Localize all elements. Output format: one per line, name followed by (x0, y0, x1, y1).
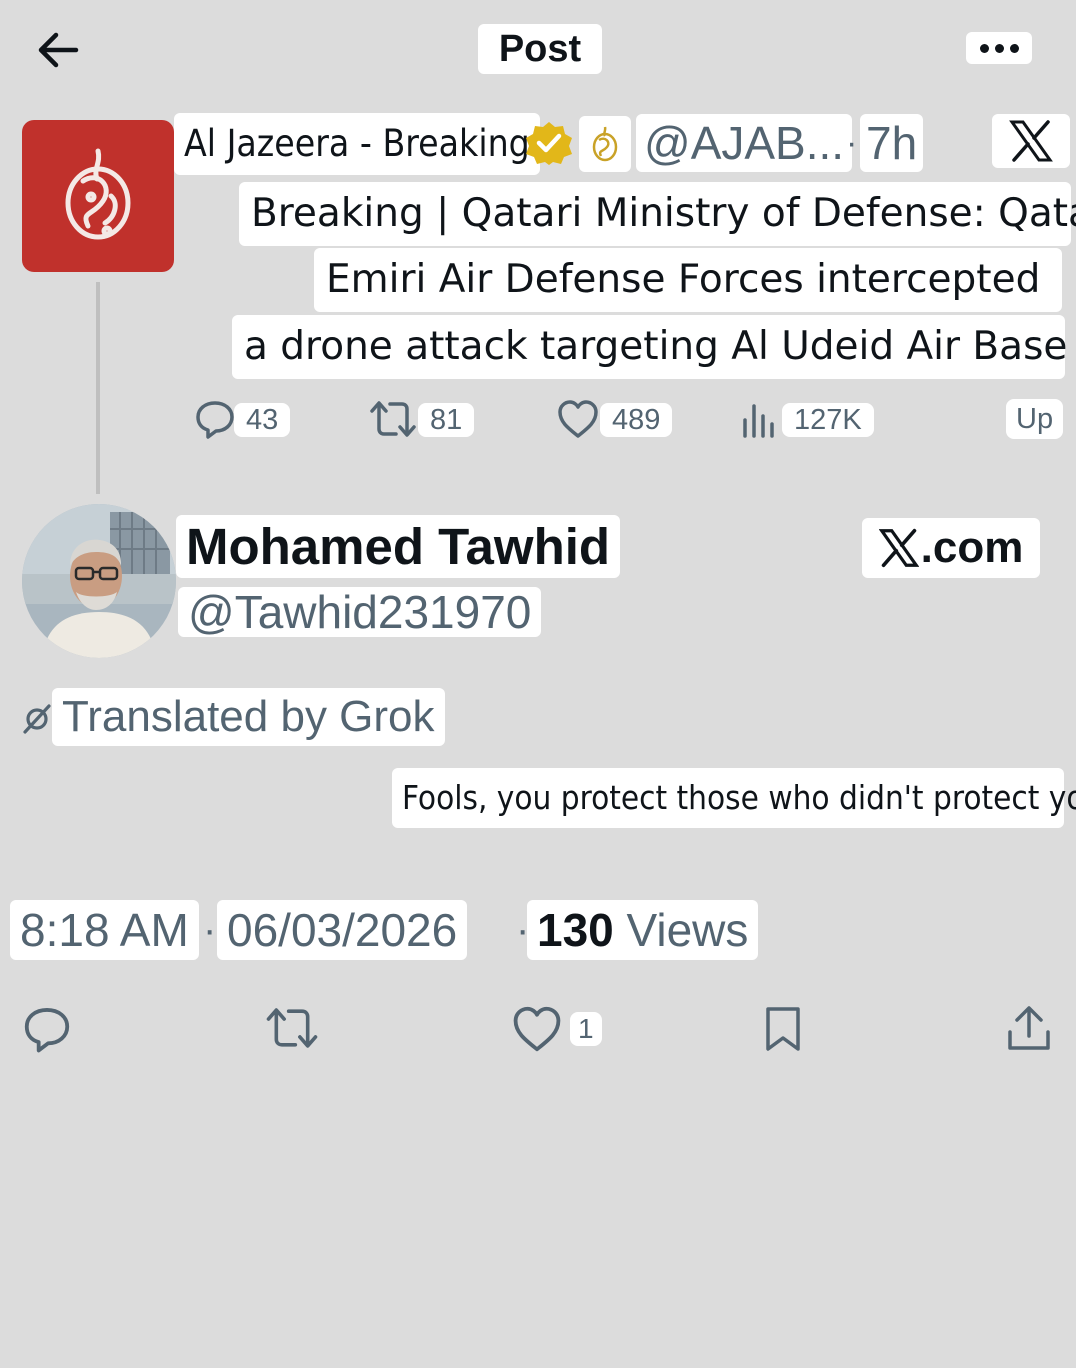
affiliate-badge (579, 116, 631, 172)
post-time: 8:18 AM (10, 900, 199, 960)
repost-button[interactable] (264, 1004, 320, 1052)
separator-dot: · (846, 124, 858, 162)
more-options-button[interactable] (966, 32, 1032, 64)
views-icon (743, 404, 774, 438)
quoted-author-name[interactable]: Al Jazeera - Breaking (174, 113, 540, 175)
share-button[interactable] (1004, 1004, 1054, 1054)
like-button[interactable] (510, 1004, 564, 1054)
quoted-like-button[interactable] (556, 398, 600, 440)
grok-icon-wrap (22, 702, 52, 736)
quoted-repost-count: 81 (418, 403, 475, 437)
author-avatar[interactable] (22, 504, 176, 658)
quoted-author-handle[interactable]: @AJAB... (636, 114, 853, 172)
x-logo-icon (1009, 120, 1053, 162)
post-views[interactable]: 130 Views (527, 900, 759, 960)
quoted-like-count: 489 (600, 403, 673, 437)
verified-badge (524, 120, 574, 166)
separator-dot: · (203, 908, 217, 952)
repost-icon (370, 401, 416, 437)
source-label: .com (862, 518, 1040, 578)
repost-icon (266, 1008, 318, 1048)
reply-icon (24, 1008, 70, 1053)
back-button[interactable] (30, 26, 86, 74)
like-count: 1 (570, 1012, 602, 1046)
translated-by-label[interactable]: Translated by Grok (52, 688, 445, 746)
views-count: 130 (537, 904, 614, 956)
post-text: Fools, you protect those who didn't prot… (392, 768, 1076, 828)
quoted-reply-button[interactable] (194, 398, 236, 440)
quoted-post-text-line-1: Breaking | Qatari Ministry of Defense: Q… (239, 182, 1076, 246)
thread-connector-line (96, 282, 100, 494)
aljazeera-mini-logo-icon (592, 126, 618, 162)
back-arrow-icon (38, 32, 79, 68)
reply-button[interactable] (22, 1004, 72, 1054)
quoted-post-text-line-3: a drone attack targeting Al Udeid Air Ba… (232, 315, 1067, 379)
post-date: 06/03/2026 (217, 900, 468, 960)
author-avatar-photo (22, 504, 176, 658)
quoted-reply-count: 43 (234, 403, 291, 437)
quoted-post-text-line-2: Emiri Air Defense Forces intercepted (314, 248, 1062, 312)
quoted-post-time: 7h (860, 114, 924, 172)
quoted-views-button[interactable] (740, 398, 778, 440)
up-button[interactable]: Up (1006, 399, 1064, 439)
like-icon (558, 400, 598, 438)
quoted-views-count: 127K (782, 403, 874, 437)
more-icon-dot (994, 43, 1004, 53)
aljazeera-logo-icon (65, 148, 131, 240)
aljazeera-avatar[interactable] (22, 120, 174, 272)
share-icon (1008, 1006, 1050, 1050)
like-icon (513, 1006, 561, 1052)
bookmark-button[interactable] (760, 1004, 806, 1054)
page-title: Post (478, 24, 602, 74)
grok-icon (23, 704, 51, 734)
views-label: Views (626, 904, 749, 956)
source-label-text: .com (920, 523, 1024, 572)
more-icon-dot (1009, 43, 1019, 53)
bookmark-icon (766, 1007, 800, 1051)
quoted-repost-button[interactable] (368, 398, 418, 440)
x-logo (992, 114, 1070, 168)
x-logo-icon (878, 528, 919, 568)
author-name[interactable]: Mohamed Tawhid (176, 515, 621, 578)
verified-badge-icon (526, 122, 572, 165)
reply-icon (196, 401, 234, 439)
author-handle[interactable]: @Tawhid231970 (178, 587, 542, 637)
more-icon (979, 43, 989, 53)
